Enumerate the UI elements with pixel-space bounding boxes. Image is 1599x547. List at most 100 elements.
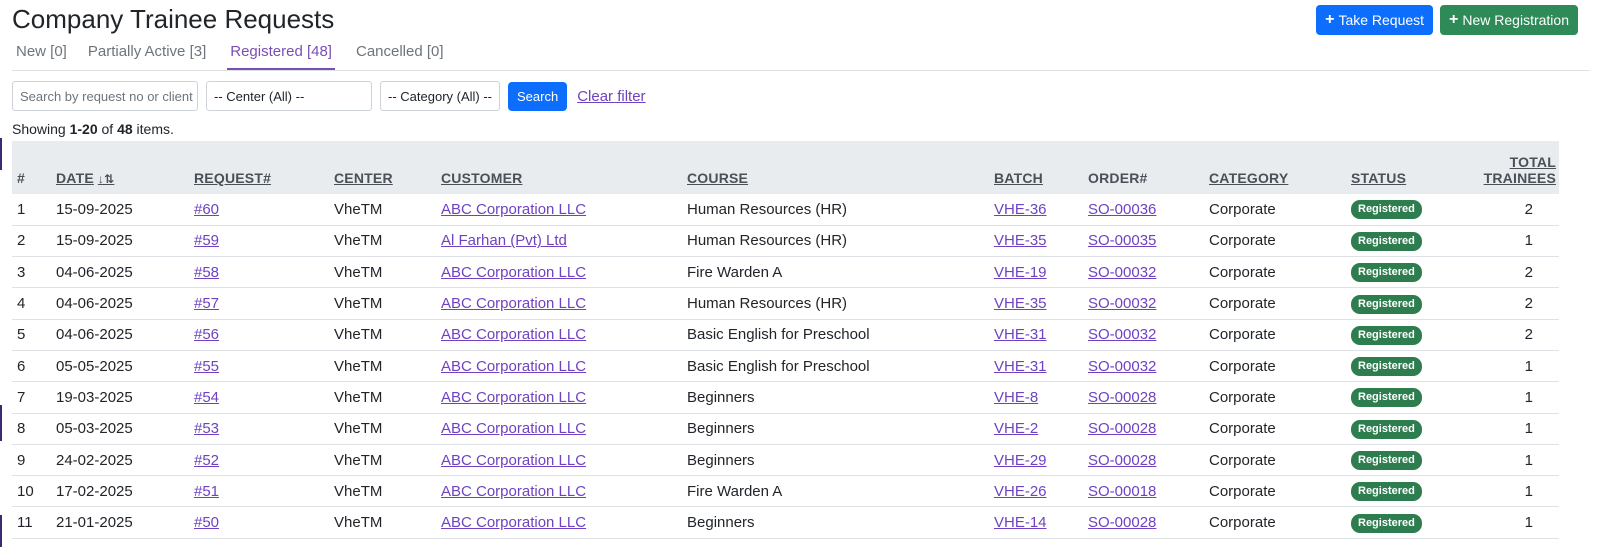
row-center: VheTM [329,194,436,226]
tab-partially-active[interactable]: Partially Active [3] [88,40,206,70]
col-header-request[interactable]: REQUEST# [189,141,329,194]
order-link[interactable]: SO-00035 [1088,232,1156,249]
tab-cancelled[interactable]: Cancelled [0] [356,40,444,70]
request-link[interactable]: #53 [194,420,219,437]
row-total-trainees: 1 [1476,413,1559,445]
row-category: Corporate [1204,444,1346,477]
customer-link[interactable]: ABC Corporation LLC [441,201,586,218]
customer-link[interactable]: ABC Corporation LLC [441,389,586,406]
batch-link[interactable]: VHE-26 [994,483,1047,500]
customer-link[interactable]: ABC Corporation LLC [441,483,586,500]
batch-link[interactable]: VHE-29 [994,452,1047,469]
batch-link[interactable]: VHE-2 [994,420,1038,437]
order-link[interactable]: SO-00018 [1088,483,1156,500]
col-header-batch[interactable]: BATCH [989,141,1083,194]
customer-link[interactable]: ABC Corporation LLC [441,295,586,312]
row-center: VheTM [329,475,436,508]
batch-link[interactable]: VHE-19 [994,264,1047,281]
request-link[interactable]: #50 [194,514,219,531]
row-course: Beginners [682,381,989,414]
clear-filter-link[interactable]: Clear filter [577,88,645,105]
row-course: Human Resources (HR) [682,225,989,258]
status-badge: Registered [1351,419,1422,439]
summary-suffix: items. [132,121,174,137]
customer-link[interactable]: ABC Corporation LLC [441,452,586,469]
row-center: VheTM [329,444,436,477]
order-link[interactable]: SO-00032 [1088,264,1156,281]
table-body: 1 15-09-2025 #60 VheTM ABC Corporation LLC Hu… [12,194,1559,539]
col-header-status[interactable]: STATUS [1346,141,1476,194]
search-button[interactable]: Search [508,81,568,111]
row-course: Beginners [682,444,989,477]
tab-registered[interactable]: Registered [48] [227,40,335,70]
request-link[interactable]: #60 [194,201,219,218]
batch-link[interactable]: VHE-14 [994,514,1047,531]
row-center: VheTM [329,225,436,258]
order-link[interactable]: SO-00032 [1088,295,1156,312]
col-header-category[interactable]: CATEGORY [1204,141,1346,194]
order-link[interactable]: SO-00028 [1088,514,1156,531]
batch-link[interactable]: VHE-8 [994,389,1038,406]
order-link[interactable]: SO-00028 [1088,420,1156,437]
new-registration-button[interactable]: + New Registration [1440,5,1578,35]
customer-link[interactable]: ABC Corporation LLC [441,326,586,343]
request-link[interactable]: #59 [194,232,219,249]
order-link[interactable]: SO-00028 [1088,452,1156,469]
batch-link[interactable]: VHE-35 [994,295,1047,312]
request-link[interactable]: #54 [194,389,219,406]
row-num: 10 [12,475,51,508]
order-link[interactable]: SO-00036 [1088,201,1156,218]
filter-bar: Search by request no or client -- Center… [12,81,646,111]
row-num: 7 [12,381,51,414]
row-total-trainees: 2 [1476,194,1559,226]
row-category: Corporate [1204,319,1346,351]
row-date: 05-05-2025 [51,350,189,383]
sort-desc-icon: ↓⇅ [97,172,115,186]
request-link[interactable]: #56 [194,326,219,343]
page-title: Company Trainee Requests [12,4,335,34]
order-link[interactable]: SO-00032 [1088,326,1156,343]
order-link[interactable]: SO-00028 [1088,389,1156,406]
tab-new[interactable]: New [0] [16,40,67,70]
customer-link[interactable]: ABC Corporation LLC [441,420,586,437]
batch-link[interactable]: VHE-36 [994,201,1047,218]
row-date: 15-09-2025 [51,225,189,258]
col-header-customer[interactable]: CUSTOMER [436,141,682,194]
col-header-date[interactable]: DATE ↓⇅ [51,141,189,194]
row-center: VheTM [329,319,436,351]
customer-link[interactable]: Al Farhan (Pvt) Ltd [441,232,567,249]
customer-link[interactable]: ABC Corporation LLC [441,358,586,375]
center-select[interactable]: -- Center (All) -- [206,81,372,111]
row-category: Corporate [1204,225,1346,258]
new-registration-label: New Registration [1462,12,1569,28]
table-row: 7 19-03-2025 #54 VheTM ABC Corporation LLC Be… [12,381,1559,414]
col-header-order: ORDER# [1088,170,1148,186]
take-request-button[interactable]: + Take Request [1316,5,1434,35]
customer-link[interactable]: ABC Corporation LLC [441,264,586,281]
row-category: Corporate [1204,256,1346,289]
request-link[interactable]: #51 [194,483,219,500]
take-request-label: Take Request [1338,12,1425,28]
col-header-total-trainees[interactable]: TOTAL TRAINEES [1476,141,1559,194]
row-total-trainees: 1 [1476,350,1559,383]
request-link[interactable]: #55 [194,358,219,375]
row-course: Basic English for Preschool [682,319,989,351]
row-course: Basic English for Preschool [682,350,989,383]
batch-link[interactable]: VHE-31 [994,326,1047,343]
request-link[interactable]: #57 [194,295,219,312]
col-header-course[interactable]: COURSE [682,141,989,194]
request-link[interactable]: #52 [194,452,219,469]
row-center: VheTM [329,256,436,289]
batch-link[interactable]: VHE-35 [994,232,1047,249]
search-input[interactable]: Search by request no or client [12,81,198,111]
request-link[interactable]: #58 [194,264,219,281]
category-select[interactable]: -- Category (All) -- [380,81,500,111]
row-date: 17-02-2025 [51,475,189,508]
left-edge-marker [0,138,2,170]
status-badge: Registered [1351,294,1422,314]
col-header-center[interactable]: CENTER [329,141,436,194]
customer-link[interactable]: ABC Corporation LLC [441,514,586,531]
order-link[interactable]: SO-00032 [1088,358,1156,375]
batch-link[interactable]: VHE-31 [994,358,1047,375]
summary-of: of [97,121,118,137]
